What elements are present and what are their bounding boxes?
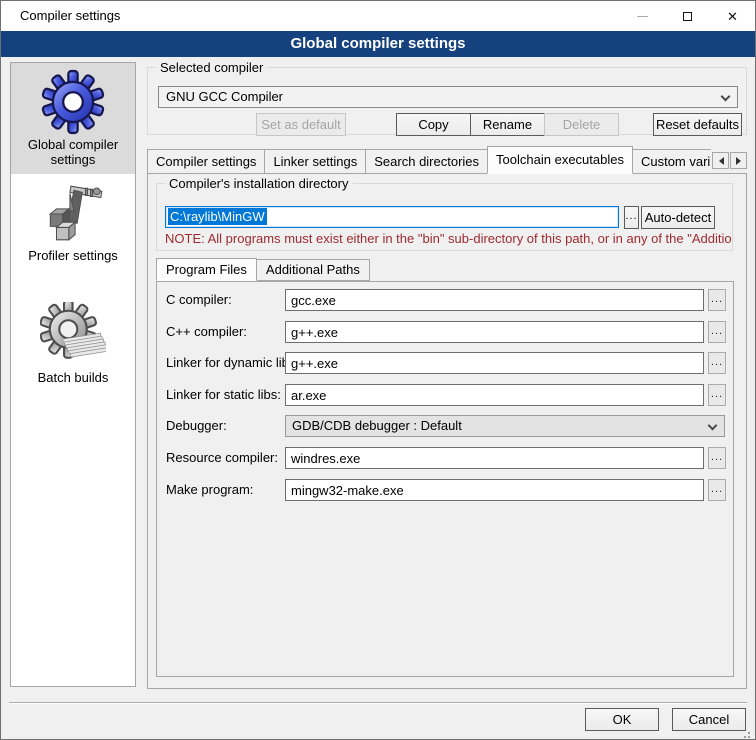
browse-make-program-button[interactable]: ...: [708, 479, 726, 501]
sidebar-item-label: Batch builds: [11, 369, 135, 385]
subtab-program-files[interactable]: Program Files: [156, 258, 257, 281]
arrow-right-icon: [736, 157, 745, 165]
sidebar-item-profiler-settings[interactable]: Profiler settings: [11, 174, 135, 270]
tab-linker-settings[interactable]: Linker settings: [265, 149, 366, 174]
copy-button[interactable]: Copy: [396, 113, 471, 136]
group-label: Selected compiler: [156, 60, 267, 75]
tab-compiler-settings[interactable]: Compiler settings: [147, 149, 265, 174]
tab-toolchain-executables[interactable]: Toolchain executables: [487, 146, 633, 174]
browse-c-compiler-button[interactable]: ...: [708, 289, 726, 311]
maximize-icon: [683, 12, 692, 21]
browse-cpp-compiler-button[interactable]: ...: [708, 321, 726, 343]
chevron-down-icon: [708, 421, 718, 431]
minimize-button[interactable]: [620, 1, 665, 31]
debugger-select-value: GDB/CDB debugger : Default: [292, 418, 462, 433]
make-program-input[interactable]: [285, 479, 704, 501]
close-icon: ✕: [727, 10, 738, 23]
field-label: C++ compiler:: [166, 321, 247, 343]
blue-gear-icon: [40, 69, 106, 135]
auto-detect-button[interactable]: Auto-detect: [641, 206, 715, 229]
settings-tabs: Compiler settings Linker settings Search…: [147, 146, 711, 174]
c-compiler-input[interactable]: [285, 289, 704, 311]
set-as-default-button: Set as default: [256, 113, 346, 136]
bin-subdirectory-note: NOTE: All programs must exist either in …: [165, 231, 731, 246]
minimize-icon: [637, 16, 648, 17]
sidebar-item-label: Global compiler settings: [11, 136, 135, 167]
close-button[interactable]: ✕: [710, 1, 755, 31]
dialog-banner: Global compiler settings: [1, 31, 755, 57]
form-row-c-compiler: C compiler: ...: [158, 289, 732, 311]
compiler-select-value: GNU GCC Compiler: [166, 89, 283, 104]
title-bar[interactable]: Compiler settings ✕: [1, 1, 755, 31]
selected-text: C:\raylib\MinGW: [168, 208, 267, 225]
toolchain-executables-panel: Compiler's installation directory C:\ray…: [147, 173, 747, 689]
field-label: Resource compiler:: [166, 447, 278, 469]
tab-scroll-right-button[interactable]: [730, 152, 747, 169]
sidebar-item-global-compiler-settings[interactable]: Global compiler settings: [11, 63, 135, 174]
cpp-compiler-input[interactable]: [285, 321, 704, 343]
form-row-dynamic-linker: Linker for dynamic libs: ...: [158, 352, 732, 374]
field-label: C compiler:: [166, 289, 232, 311]
dynamic-linker-input[interactable]: [285, 352, 704, 374]
sidebar-item-label: Profiler settings: [11, 247, 135, 263]
settings-category-list: Global compiler settings: [10, 62, 136, 687]
installation-directory-input[interactable]: C:\raylib\MinGW: [165, 206, 619, 228]
window-title: Compiler settings: [20, 1, 120, 31]
arrow-left-icon: [715, 157, 724, 165]
compiler-select[interactable]: GNU GCC Compiler: [158, 86, 738, 108]
cancel-button[interactable]: Cancel: [672, 708, 746, 731]
form-row-debugger: Debugger: GDB/CDB debugger : Default: [158, 415, 732, 437]
resize-grip[interactable]: [748, 732, 750, 734]
tab-scroll-left-button[interactable]: [712, 152, 729, 169]
static-linker-input[interactable]: [285, 384, 704, 406]
caliper-icon: [40, 180, 106, 246]
field-label: Make program:: [166, 479, 253, 501]
form-row-make-program: Make program: ...: [158, 479, 732, 501]
field-label: Linker for dynamic libs:: [166, 352, 299, 374]
form-row-cpp-compiler: C++ compiler: ...: [158, 321, 732, 343]
maximize-button[interactable]: [665, 1, 710, 31]
browse-resource-compiler-button[interactable]: ...: [708, 447, 726, 469]
field-label: Linker for static libs:: [166, 384, 281, 406]
sidebar-item-batch-builds[interactable]: Batch builds: [11, 296, 135, 392]
tab-custom-variables[interactable]: Custom variables: [633, 149, 711, 174]
browse-directory-button[interactable]: ...: [624, 206, 639, 229]
ok-button[interactable]: OK: [585, 708, 659, 731]
subtab-additional-paths[interactable]: Additional Paths: [257, 259, 370, 281]
tab-search-directories[interactable]: Search directories: [366, 149, 488, 174]
reset-defaults-button[interactable]: Reset defaults: [653, 113, 742, 136]
browse-dynamic-linker-button[interactable]: ...: [708, 352, 726, 374]
browse-static-linker-button[interactable]: ...: [708, 384, 726, 406]
window-controls: ✕: [620, 1, 755, 31]
toolchain-subtabs: Program Files Additional Paths: [156, 258, 370, 281]
group-label: Compiler's installation directory: [165, 176, 353, 191]
chevron-down-icon: [721, 92, 731, 102]
rename-button[interactable]: Rename: [470, 113, 545, 136]
footer-divider: [9, 702, 747, 704]
compiler-settings-dialog: Compiler settings ✕ Global compiler sett…: [0, 0, 756, 740]
gray-gear-stack-icon: [40, 302, 106, 368]
form-row-resource-compiler: Resource compiler: ...: [158, 447, 732, 469]
delete-button: Delete: [544, 113, 619, 136]
debugger-select[interactable]: GDB/CDB debugger : Default: [285, 415, 725, 437]
form-row-static-linker: Linker for static libs: ...: [158, 384, 732, 406]
field-label: Debugger:: [166, 415, 227, 437]
installation-directory-group: Compiler's installation directory C:\ray…: [156, 183, 733, 251]
selected-compiler-group: Selected compiler GNU GCC Compiler Set a…: [147, 67, 747, 135]
program-files-panel: C compiler: ... C++ compiler: ... Linker…: [156, 281, 734, 677]
resource-compiler-input[interactable]: [285, 447, 704, 469]
